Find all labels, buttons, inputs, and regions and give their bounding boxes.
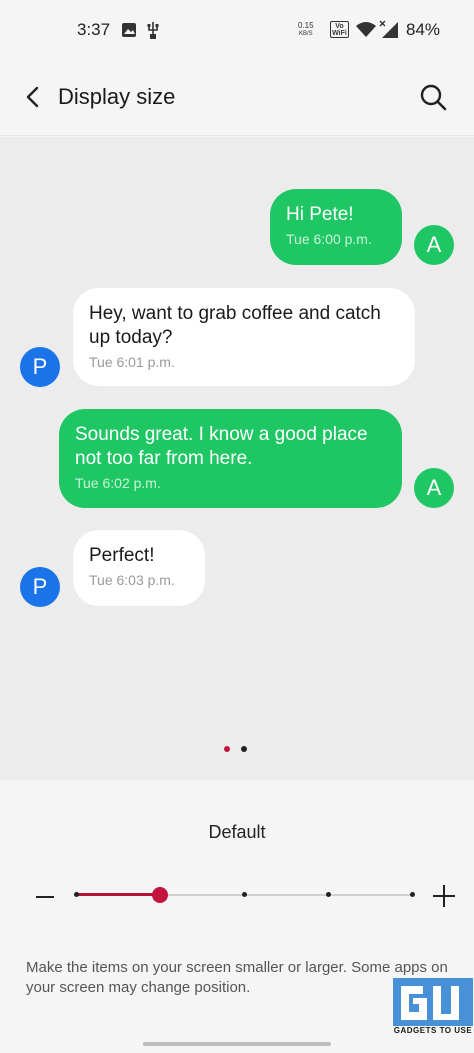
page-dot-active[interactable] <box>224 746 230 752</box>
avatar: P <box>20 567 60 607</box>
gadgets-to-use-logo-icon <box>393 978 473 1026</box>
size-label: Default <box>208 822 266 842</box>
signal-icon <box>379 20 398 38</box>
message-time: Tue 6:01 p.m. <box>89 354 175 370</box>
slider-track-fill <box>76 893 160 896</box>
message-bubble-outgoing: Sounds great. I know a good place not to… <box>59 409 402 508</box>
message-time: Tue 6:02 p.m. <box>75 475 161 491</box>
message-bubble-outgoing: Hi Pete! Tue 6:00 p.m. <box>270 189 402 265</box>
message-bubble-incoming: Perfect! Tue 6:03 p.m. <box>73 530 205 606</box>
app-bar: Display size <box>0 60 474 136</box>
plus-icon[interactable] <box>430 882 458 910</box>
net-speed: 0.15 KB/S <box>298 21 314 39</box>
avatar: A <box>414 468 454 508</box>
message-text: Hey, want to grab coffee and catch up to… <box>89 303 381 348</box>
wifi-icon <box>356 22 376 37</box>
avatar: P <box>20 347 60 387</box>
message-text: Hi Pete! <box>286 204 354 225</box>
preview-area[interactable]: Hi Pete! Tue 6:00 p.m. A Hey, want to gr… <box>0 137 474 780</box>
message-text: Perfect! <box>89 545 155 566</box>
message-bubble-incoming: Hey, want to grab coffee and catch up to… <box>73 288 415 386</box>
watermark-text: GADGETS TO USE <box>393 1026 473 1035</box>
usb-icon <box>147 22 159 39</box>
status-time: 3:37 <box>77 20 111 39</box>
slider-thumb[interactable] <box>152 887 168 903</box>
battery-percent: 84% <box>406 20 441 39</box>
avatar: A <box>414 225 454 265</box>
slider-tick[interactable] <box>73 892 79 897</box>
image-icon <box>122 23 136 37</box>
status-bar: 3:37 0.15 KB/S Vo WiFi 84% <box>0 0 474 60</box>
net-speed-value: 0.15 <box>298 21 314 30</box>
back-arrow-icon[interactable] <box>18 82 48 112</box>
slider-tick[interactable] <box>409 892 415 897</box>
page-dot[interactable] <box>241 746 247 752</box>
message-time: Tue 6:00 p.m. <box>286 231 372 247</box>
home-indicator[interactable] <box>143 1042 331 1046</box>
net-speed-unit: KB/S <box>298 31 313 37</box>
slider-tick[interactable] <box>241 892 247 897</box>
vowifi-badge: Vo WiFi <box>330 21 349 38</box>
minus-icon[interactable] <box>32 884 58 910</box>
message-time: Tue 6:03 p.m. <box>89 572 175 588</box>
message-text: Sounds great. I know a good place not to… <box>75 424 368 469</box>
search-icon[interactable] <box>416 80 450 114</box>
display-size-slider[interactable] <box>73 886 415 904</box>
page-title: Display size <box>58 84 176 109</box>
slider-tick[interactable] <box>325 892 331 897</box>
watermark-logo: GADGETS TO USE <box>393 978 473 1038</box>
